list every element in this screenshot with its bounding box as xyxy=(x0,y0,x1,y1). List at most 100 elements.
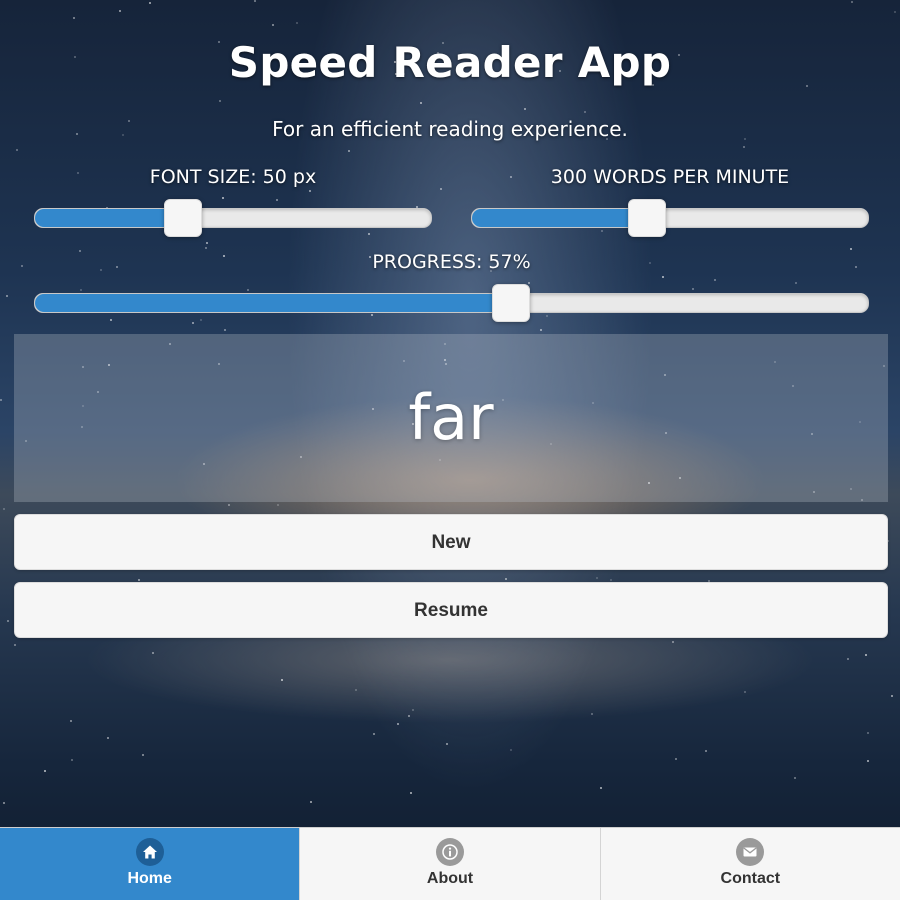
star-dot xyxy=(847,658,849,660)
tagline: For an efficient reading experience. xyxy=(272,117,628,141)
nav-about[interactable]: About xyxy=(299,828,599,900)
star-dot xyxy=(744,691,746,693)
nav-contact-label: Contact xyxy=(720,870,781,887)
star-dot xyxy=(584,111,586,113)
speed-slider-fill xyxy=(472,209,647,227)
bottom-navbar: Home About Contact xyxy=(0,827,900,900)
star-dot xyxy=(546,315,548,317)
star-dot xyxy=(228,504,230,506)
star-dot xyxy=(371,314,373,316)
star-dot xyxy=(743,146,745,148)
star-dot xyxy=(672,641,674,643)
star-dot xyxy=(368,233,370,235)
new-button[interactable]: New xyxy=(14,514,888,570)
star-dot xyxy=(224,329,226,331)
star-dot xyxy=(851,1,853,3)
star-dot xyxy=(70,720,72,722)
star-dot xyxy=(397,723,399,725)
star-dot xyxy=(152,652,154,654)
star-dot xyxy=(107,737,109,739)
star-dot xyxy=(219,100,221,102)
star-dot xyxy=(71,759,73,761)
progress-label: PROGRESS: 57% xyxy=(372,251,531,273)
home-icon xyxy=(135,838,164,866)
star-dot xyxy=(894,11,896,13)
star-dot xyxy=(601,230,603,232)
star-dot xyxy=(110,319,112,321)
star-dot xyxy=(21,265,23,267)
star-dot xyxy=(714,279,716,281)
star-dot xyxy=(794,777,796,779)
nav-about-label: About xyxy=(426,870,474,887)
font-size-slider[interactable] xyxy=(34,199,432,237)
star-dot xyxy=(80,289,82,291)
star-dot xyxy=(7,620,9,622)
star-dot xyxy=(206,242,208,244)
star-dot xyxy=(348,150,350,152)
star-dot xyxy=(254,0,256,2)
reader-display: far xyxy=(14,334,888,502)
star-dot xyxy=(16,149,18,151)
star-dot xyxy=(205,247,207,249)
star-dot xyxy=(3,802,5,804)
current-word: far xyxy=(408,381,494,454)
star-dot xyxy=(138,579,140,581)
star-dot xyxy=(610,579,612,581)
star-dot xyxy=(0,399,2,401)
star-dot xyxy=(310,801,312,803)
info-icon xyxy=(435,838,464,866)
speed-label: 300 WORDS PER MINUTE xyxy=(550,166,790,188)
star-dot xyxy=(675,758,677,760)
star-dot xyxy=(247,289,249,291)
star-dot xyxy=(865,654,867,656)
star-dot xyxy=(355,689,357,691)
star-dot xyxy=(524,108,526,110)
progress-slider-fill xyxy=(35,294,510,312)
nav-home-label: Home xyxy=(127,870,172,887)
star-dot xyxy=(692,288,694,290)
star-dot xyxy=(440,188,442,190)
star-dot xyxy=(44,770,46,772)
star-dot xyxy=(867,760,869,762)
progress-slider-handle[interactable] xyxy=(491,284,530,322)
star-dot xyxy=(73,17,75,19)
star-dot xyxy=(662,276,664,278)
star-dot xyxy=(505,578,507,580)
star-dot xyxy=(3,508,5,510)
star-dot xyxy=(540,329,542,331)
star-dot xyxy=(149,2,151,4)
nav-contact[interactable]: Contact xyxy=(599,828,900,900)
progress-slider[interactable] xyxy=(34,284,869,322)
star-dot xyxy=(272,24,274,26)
font-size-slider-handle[interactable] xyxy=(163,199,202,237)
mail-icon xyxy=(736,838,765,866)
speed-slider[interactable] xyxy=(471,199,869,237)
font-size-label: FONT SIZE: 50 px xyxy=(149,166,317,188)
star-dot xyxy=(281,679,283,681)
star-dot xyxy=(705,750,707,752)
star-dot xyxy=(510,749,512,751)
star-dot xyxy=(6,295,8,297)
resume-button[interactable]: Resume xyxy=(14,582,888,638)
star-dot xyxy=(373,733,375,735)
star-dot xyxy=(309,190,311,192)
star-dot xyxy=(142,754,144,756)
star-dot xyxy=(600,787,602,789)
star-dot xyxy=(446,743,448,745)
font-size-slider-fill xyxy=(35,209,182,227)
star-dot xyxy=(296,22,298,24)
star-dot xyxy=(410,792,412,794)
star-dot xyxy=(277,504,279,506)
star-dot xyxy=(192,322,194,324)
star-dot xyxy=(276,199,278,201)
star-dot xyxy=(222,197,224,199)
star-dot xyxy=(420,102,422,104)
star-dot xyxy=(119,10,121,12)
nav-home[interactable]: Home xyxy=(0,828,300,900)
star-dot xyxy=(14,644,16,646)
star-dot xyxy=(795,282,797,284)
star-dot xyxy=(200,319,202,321)
speed-slider-handle[interactable] xyxy=(628,199,667,237)
star-dot xyxy=(412,709,414,711)
star-dot xyxy=(850,248,852,250)
